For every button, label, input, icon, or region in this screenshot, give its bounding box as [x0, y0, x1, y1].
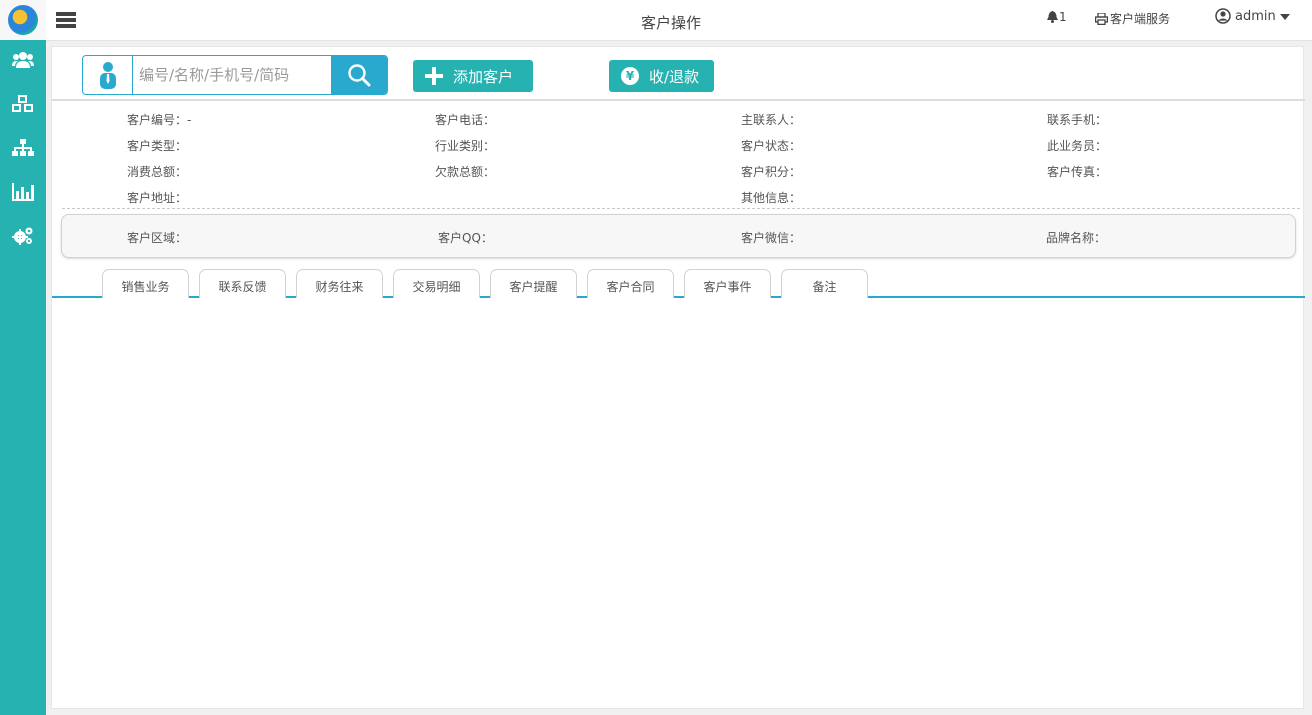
info-brand: 品牌名称： [1046, 231, 1107, 245]
app-logo[interactable] [0, 0, 46, 40]
sidebar-item-customers[interactable] [0, 47, 46, 73]
sidebar-item-settings[interactable] [0, 223, 46, 249]
toolbar: 添加客户 ¥ 收/退款 [52, 47, 1305, 101]
info-customer-status: 客户状态： [741, 139, 802, 153]
menu-toggle-icon[interactable] [56, 12, 76, 28]
user-circle-icon [1215, 8, 1231, 24]
tab-feedback[interactable]: 联系反馈 [199, 269, 286, 298]
info-total-debt: 欠款总额： [435, 165, 496, 179]
search-icon [348, 64, 371, 87]
bell-icon [1047, 11, 1058, 23]
tab-notes[interactable]: 备注 [781, 269, 868, 298]
sidebar-item-products[interactable] [0, 91, 46, 117]
sidebar [0, 0, 46, 715]
customer-icon [83, 56, 133, 94]
username: admin [1235, 8, 1276, 24]
person-icon [99, 62, 116, 89]
tab-reminders[interactable]: 客户提醒 [490, 269, 577, 298]
bar-chart-icon [12, 183, 34, 201]
info-region: 客户区域： [127, 231, 188, 245]
gears-icon [12, 227, 33, 245]
info-salesperson: 此业务员： [1047, 139, 1108, 153]
sitemap-icon [12, 139, 34, 156]
payment-refund-button[interactable]: ¥ 收/退款 [609, 60, 714, 92]
notifications-button[interactable]: 1 [1047, 10, 1067, 24]
info-points: 客户积分： [741, 165, 802, 179]
cubes-icon [12, 95, 33, 112]
tab-finance[interactable]: 财务往来 [296, 269, 383, 298]
info-other: 其他信息： [741, 191, 802, 205]
client-service-label: 客户端服务 [1110, 12, 1171, 26]
info-main-contact: 主联系人： [741, 113, 802, 127]
payment-label: 收/退款 [649, 67, 700, 86]
yen-icon: ¥ [621, 67, 639, 85]
divider [62, 208, 1300, 209]
top-bar: 客户操作 1 客户端服务 admin [46, 0, 1312, 41]
tab-transactions[interactable]: 交易明细 [393, 269, 480, 298]
customer-search [82, 55, 388, 95]
info-address: 客户地址： [127, 191, 188, 205]
tab-bar: 销售业务 联系反馈 财务往来 交易明细 客户提醒 客户合同 客户事件 备注 [52, 269, 1305, 298]
tab-contracts[interactable]: 客户合同 [587, 269, 674, 298]
info-customer-phone: 客户电话： [435, 113, 496, 127]
tab-sales[interactable]: 销售业务 [102, 269, 189, 298]
logo-icon [8, 5, 38, 35]
info-industry: 行业类别： [435, 139, 496, 153]
print-icon [1095, 12, 1108, 25]
add-customer-button[interactable]: 添加客户 [413, 60, 533, 92]
plus-icon [425, 67, 443, 85]
sidebar-item-organization[interactable] [0, 135, 46, 161]
sidebar-item-reports[interactable] [0, 179, 46, 205]
info-fax: 客户传真： [1047, 165, 1108, 179]
info-customer-type: 客户类型： [127, 139, 188, 153]
page-title: 客户操作 [641, 14, 702, 32]
search-input[interactable] [135, 56, 331, 94]
client-service-link[interactable]: 客户端服务 [1095, 10, 1170, 27]
info-total-spend: 消费总额： [127, 165, 188, 179]
info-wechat: 客户微信： [741, 231, 802, 245]
users-icon [12, 52, 34, 68]
main-panel: 添加客户 ¥ 收/退款 客户编号：- 客户电话： 主联系人： 联系手机： 客户类… [51, 46, 1305, 709]
tab-events[interactable]: 客户事件 [684, 269, 771, 298]
chevron-down-icon [1279, 14, 1290, 20]
user-menu[interactable]: admin [1215, 8, 1290, 24]
info-customer-no: 客户编号：- [127, 113, 192, 127]
info-contact-mobile: 联系手机： [1047, 113, 1108, 127]
search-button[interactable] [331, 56, 387, 94]
notification-count: 1 [1059, 10, 1067, 24]
info-qq: 客户QQ： [438, 231, 493, 245]
extra-info-box: 客户区域： 客户QQ： 客户微信： 品牌名称： [61, 214, 1296, 258]
add-customer-label: 添加客户 [453, 67, 514, 86]
